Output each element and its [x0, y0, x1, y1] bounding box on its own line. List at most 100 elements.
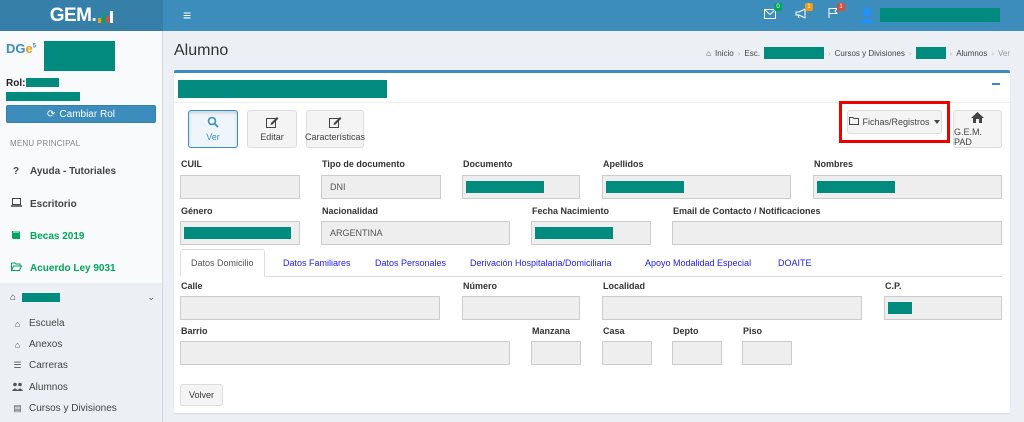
tab-datos-familiares[interactable]: Datos Familiares [283, 249, 351, 277]
redacted-rol-detail [6, 92, 80, 101]
notifications-badge: 1 [805, 3, 813, 11]
breadcrumb-separator: › [908, 48, 912, 58]
tab-datos-domicilio[interactable]: Datos Domicilio [180, 249, 265, 277]
page-title: Alumno [174, 42, 229, 59]
redacted-documento [466, 181, 544, 193]
bullhorn-icon[interactable]: 1 [793, 3, 813, 23]
sidebar-item-becas[interactable]: Becas 2019 [10, 230, 85, 243]
piso-field[interactable] [742, 341, 792, 365]
depto-label: Depto [673, 326, 699, 336]
user-avatar-icon[interactable] [860, 7, 874, 23]
cambiar-rol-label: Cambiar Rol [59, 108, 115, 120]
flag-icon[interactable]: 1 [825, 3, 845, 23]
home-icon: ⌂ [14, 339, 21, 350]
edit-icon [328, 116, 342, 130]
cuil-field[interactable] [180, 175, 300, 199]
subitem-label: Cursos y Divisiones [29, 403, 117, 414]
list-icon: ☰ [13, 360, 22, 370]
cp-label: C.P. [885, 281, 902, 291]
refresh-icon: ⟳ [47, 108, 56, 120]
breadcrumb-inicio[interactable]: Inicio [715, 49, 734, 58]
gem-pad-label: G.E.M. PAD [954, 126, 983, 147]
breadcrumb-alumnos[interactable]: Alumnos [956, 49, 987, 58]
envelope-icon[interactable]: 0 [762, 3, 782, 23]
tab-apoyo-modalidad-especial[interactable]: Apoyo Modalidad Especial [645, 249, 751, 277]
users-icon [12, 382, 23, 393]
nombres-label: Nombres [814, 159, 854, 169]
subitem-alumnos[interactable]: Alumnos [12, 382, 68, 393]
depto-field[interactable] [672, 341, 722, 365]
subitem-carreras[interactable]: ☰ Carreras [12, 360, 68, 371]
collapse-icon[interactable] [992, 83, 1000, 85]
cp-field[interactable] [884, 296, 1002, 320]
redacted-nombres [817, 181, 895, 193]
ver-button[interactable]: Ver [188, 110, 238, 148]
editar-label: Editar [260, 132, 284, 142]
sidebar-item-label: Becas 2019 [30, 231, 85, 242]
numero-label: Número [463, 281, 498, 291]
tab-derivacion-hospitalaria[interactable]: Derivación Hospitalaria/Domiciliaria [470, 249, 612, 277]
manzana-field[interactable] [531, 341, 581, 365]
breadcrumb-separator: › [949, 48, 953, 58]
chevron-down-icon: ⌄ [147, 292, 155, 302]
redacted-apellidos [606, 181, 684, 193]
barrio-field[interactable] [180, 341, 510, 365]
breadcrumb-separator: › [737, 48, 741, 58]
messages-badge: 0 [774, 3, 782, 11]
localidad-field[interactable] [602, 296, 862, 320]
subitem-cursos[interactable]: ▤ Cursos y Divisiones [12, 403, 117, 414]
apellidos-field[interactable] [602, 175, 791, 199]
question-icon: ? [12, 166, 20, 177]
apellidos-label: Apellidos [603, 159, 644, 169]
breadcrumb-cursos[interactable]: Cursos y Divisiones [835, 49, 905, 58]
documento-field[interactable] [462, 175, 580, 199]
sidebar-item-escuela-group[interactable]: ⌂ ⌄ [10, 292, 155, 303]
numero-field[interactable] [462, 296, 580, 320]
tipo-documento-field[interactable]: DNI [321, 175, 441, 199]
tab-doaite[interactable]: DOAITE [778, 249, 812, 277]
editar-button[interactable]: Editar [247, 110, 297, 148]
laptop-icon [10, 198, 22, 210]
nombres-field[interactable] [813, 175, 1002, 199]
search-icon [207, 116, 219, 130]
sidebar-item-acuerdo[interactable]: Acuerdo Ley 9031 [10, 262, 116, 274]
redacted-curso-breadcrumb[interactable] [915, 47, 946, 59]
calle-field[interactable] [180, 296, 440, 320]
ver-label: Ver [206, 132, 220, 142]
cuil-label: CUIL [181, 159, 202, 169]
redacted-escuela [22, 293, 61, 302]
home-icon [971, 111, 984, 125]
fecha-nacimiento-label: Fecha Nacimiento [532, 206, 610, 216]
home-icon: ⌂ [706, 48, 711, 58]
nacionalidad-field[interactable]: ARGENTINA [321, 221, 510, 245]
redacted-username[interactable] [880, 8, 1000, 22]
volver-button[interactable]: Volver [180, 384, 223, 406]
menu-header: MENU PRINCIPAL [10, 139, 81, 148]
gem-pad-button[interactable]: G.E.M. PAD [953, 110, 1002, 148]
tasks-badge: 1 [837, 3, 845, 11]
calle-label: Calle [181, 281, 203, 291]
edit-icon [265, 116, 279, 130]
breadcrumb-esc[interactable]: Esc. [744, 49, 760, 58]
menu-toggle-icon[interactable]: ≡ [183, 7, 191, 23]
tipo-documento-value: DNI [330, 182, 346, 192]
subitem-anexos[interactable]: ⌂ Anexos [12, 339, 63, 350]
redacted-rol [26, 78, 59, 87]
book-icon [10, 230, 22, 243]
fecha-nacimiento-field[interactable] [531, 221, 651, 245]
redacted-school-name [44, 41, 115, 71]
tab-datos-personales[interactable]: Datos Personales [375, 249, 446, 277]
breadcrumb: ⌂ Inicio › Esc. › Cursos y Divisiones › … [706, 47, 1010, 59]
casa-field[interactable] [602, 341, 652, 365]
student-tabs: Datos Domicilio Datos Familiares Datos P… [180, 249, 1002, 277]
cambiar-rol-button[interactable]: ⟳ Cambiar Rol [6, 105, 156, 123]
app-logo[interactable]: GEM. [0, 0, 163, 31]
sidebar-item-escritorio[interactable]: Escritorio [10, 198, 77, 210]
email-field[interactable] [672, 221, 1002, 245]
genero-field[interactable] [180, 221, 300, 245]
redacted-escuela-breadcrumb[interactable] [763, 47, 824, 59]
caracteristicas-button[interactable]: Características [305, 110, 365, 148]
sidebar-item-ayuda[interactable]: ? Ayuda - Tutoriales [10, 166, 116, 177]
subitem-escuela[interactable]: ⌂ Escuela [12, 318, 65, 329]
subitem-label: Carreras [29, 360, 68, 371]
